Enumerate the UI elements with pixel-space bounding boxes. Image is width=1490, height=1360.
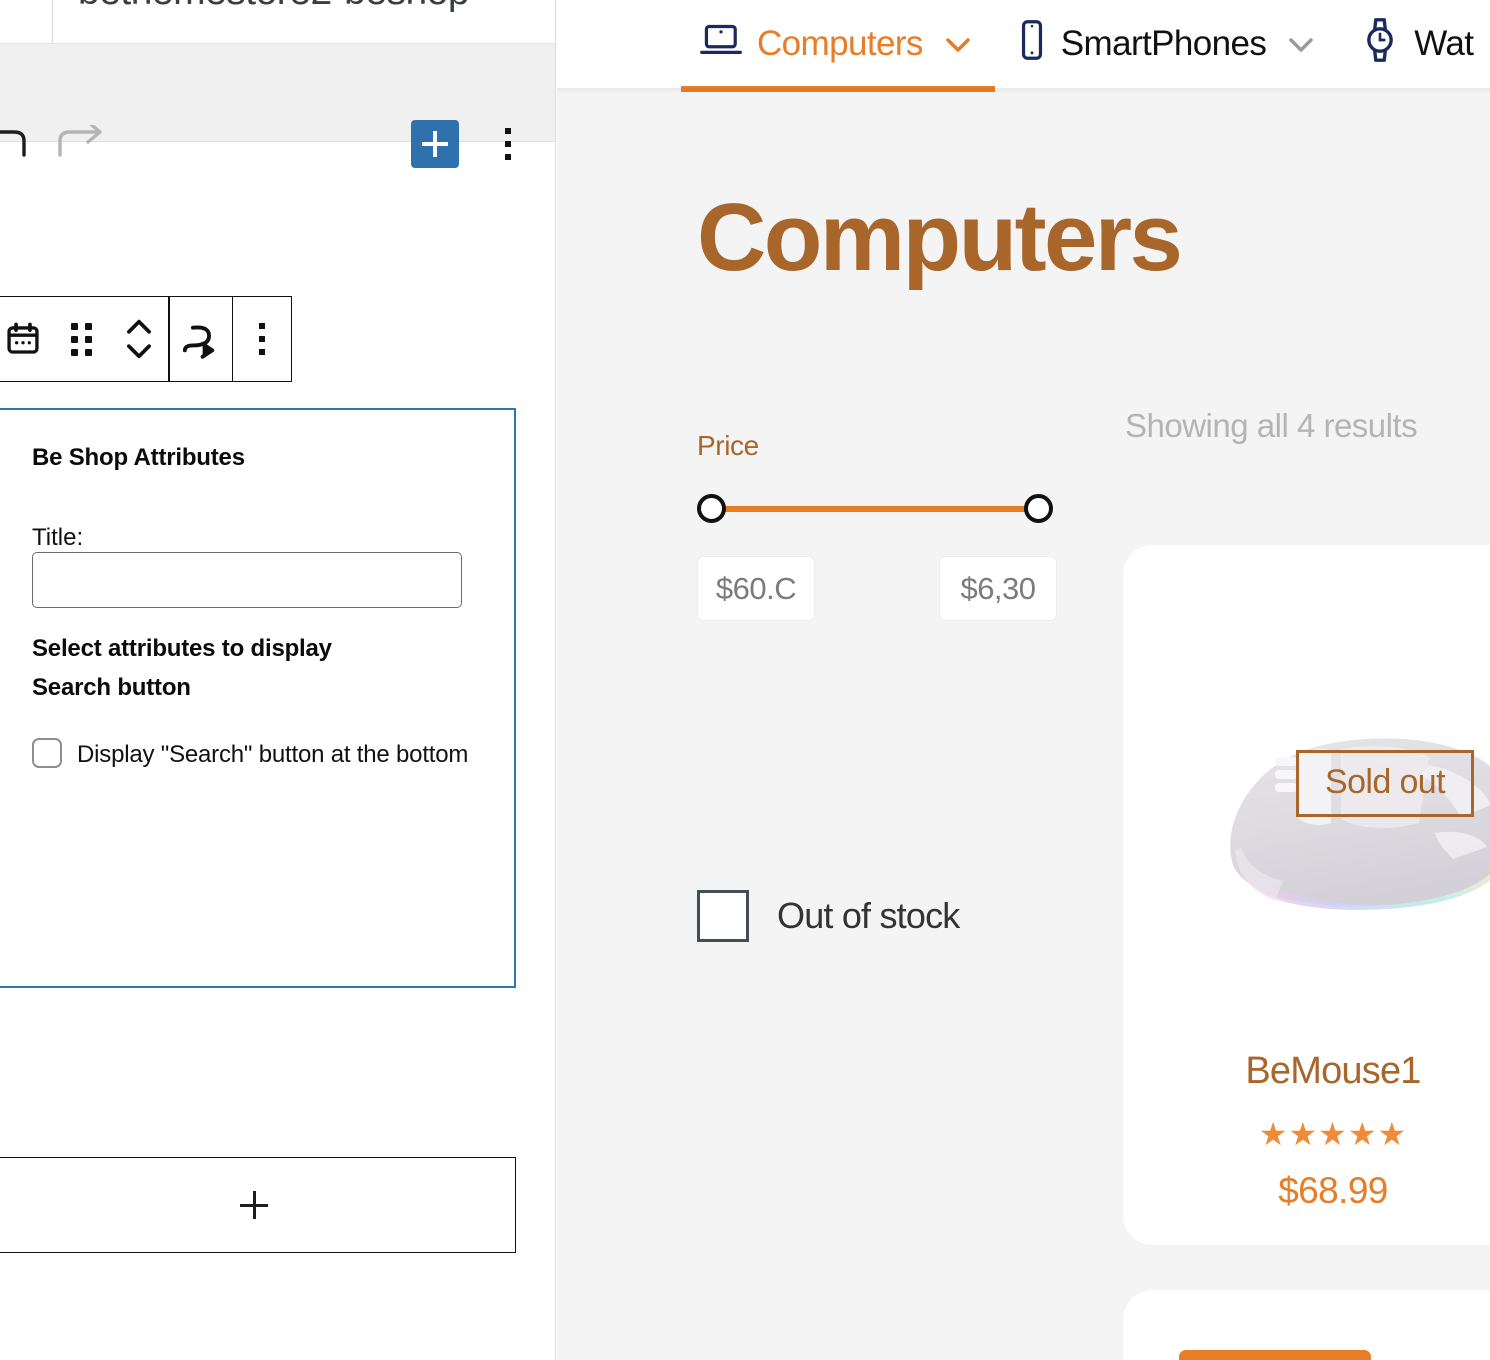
out-of-stock-filter[interactable]: Out of stock <box>697 890 960 942</box>
sold-out-badge: Sold out <box>1296 750 1474 817</box>
display-search-button-label: Display "Search" button at the bottom <box>77 740 469 768</box>
nav-item-computers[interactable]: Computers <box>677 0 995 88</box>
calendar-widget-icon[interactable] <box>0 297 52 381</box>
move-up-down-icon[interactable] <box>110 297 168 381</box>
smartphone-icon <box>1017 18 1047 71</box>
undo-icon[interactable] <box>0 118 34 174</box>
admin-bar: bethemestore2-beshop <box>0 0 555 44</box>
product-rating-stars: ★★★★★ <box>1258 1116 1408 1152</box>
watch-icon <box>1360 17 1400 72</box>
redo-icon[interactable] <box>50 118 106 174</box>
nav-label-computers: Computers <box>757 24 923 63</box>
site-title: bethemestore2-beshop <box>78 0 470 14</box>
block-toolbar-main-group <box>0 297 168 381</box>
move-to-widget-area-icon[interactable] <box>170 297 232 381</box>
price-filter-label: Price <box>697 430 759 461</box>
out-of-stock-label: Out of stock <box>777 895 960 936</box>
display-search-button-row[interactable]: Display "Search" button at the bottom <box>32 734 476 777</box>
drag-handle-icon[interactable] <box>52 297 110 381</box>
laptop-icon <box>699 18 743 71</box>
display-search-button-checkbox[interactable] <box>32 737 62 768</box>
block-options-kebab-icon[interactable] <box>233 297 291 381</box>
title-field-label: Title: <box>32 524 84 551</box>
price-max-input[interactable]: $6,30 <box>939 556 1057 621</box>
admin-bar-divider <box>52 0 53 44</box>
nav-label-smartphones: SmartPhones <box>1060 24 1267 63</box>
price-input-row: $60.C $6,30 <box>697 556 1067 621</box>
select-attributes-heading: Select attributes to display <box>32 635 332 662</box>
be-shop-attributes-widget-block[interactable]: Be Shop Attributes Title: Select attribu… <box>0 408 516 988</box>
price-min-input[interactable]: $60.C <box>697 556 815 621</box>
on-sale-badge: ON SALE <box>1179 1350 1371 1360</box>
product-price: $68.99 <box>1278 1170 1388 1211</box>
nav-item-watches[interactable]: Wat <box>1338 0 1490 88</box>
product-card[interactable]: ON SALE <box>1123 1290 1490 1360</box>
product-name[interactable]: BeMouse1 <box>1123 1050 1490 1093</box>
results-count: Showing all 4 results <box>1125 407 1418 444</box>
price-range-slider[interactable] <box>697 494 1053 524</box>
block-editor-pane: bethemestore2-beshop <box>0 0 556 1360</box>
editor-options-kebab-icon[interactable] <box>488 118 528 170</box>
widget-title-input[interactable] <box>32 552 462 608</box>
site-preview-pane: Computers SmartPhones Wat Computers Pric… <box>557 0 1490 1360</box>
out-of-stock-checkbox[interactable] <box>697 890 749 942</box>
screen-root: bethemestore2-beshop <box>0 0 1490 1360</box>
nav-label-watches: Wat <box>1414 24 1474 63</box>
chevron-down-icon[interactable] <box>1286 24 1316 64</box>
add-block-button[interactable] <box>411 120 459 168</box>
slider-track <box>711 506 1041 512</box>
block-toolbar-options-group <box>233 297 291 381</box>
gaming-mouse-image <box>1230 738 1490 910</box>
block-appender-button[interactable] <box>0 1157 516 1253</box>
search-button-heading: Search button <box>32 673 191 701</box>
price-filter-widget: Price $60.C $6,30 <box>697 430 1067 621</box>
block-toolbar <box>0 296 293 382</box>
block-toolbar-transform-group <box>170 297 232 381</box>
slider-handle-max[interactable] <box>1024 494 1053 523</box>
site-header: Computers SmartPhones Wat <box>557 0 1490 92</box>
product-card[interactable]: Sold out BeMouse1 ★★★★★ $68.99 <box>1123 545 1490 1245</box>
page-title: Computers <box>697 184 1183 291</box>
nav-item-smartphones[interactable]: SmartPhones <box>995 0 1338 88</box>
chevron-down-icon[interactable] <box>943 24 973 64</box>
slider-handle-min[interactable] <box>697 494 726 523</box>
editor-toolbar <box>0 44 555 168</box>
widget-title: Be Shop Attributes <box>32 444 245 471</box>
primary-navigation: Computers SmartPhones Wat <box>557 0 1490 88</box>
